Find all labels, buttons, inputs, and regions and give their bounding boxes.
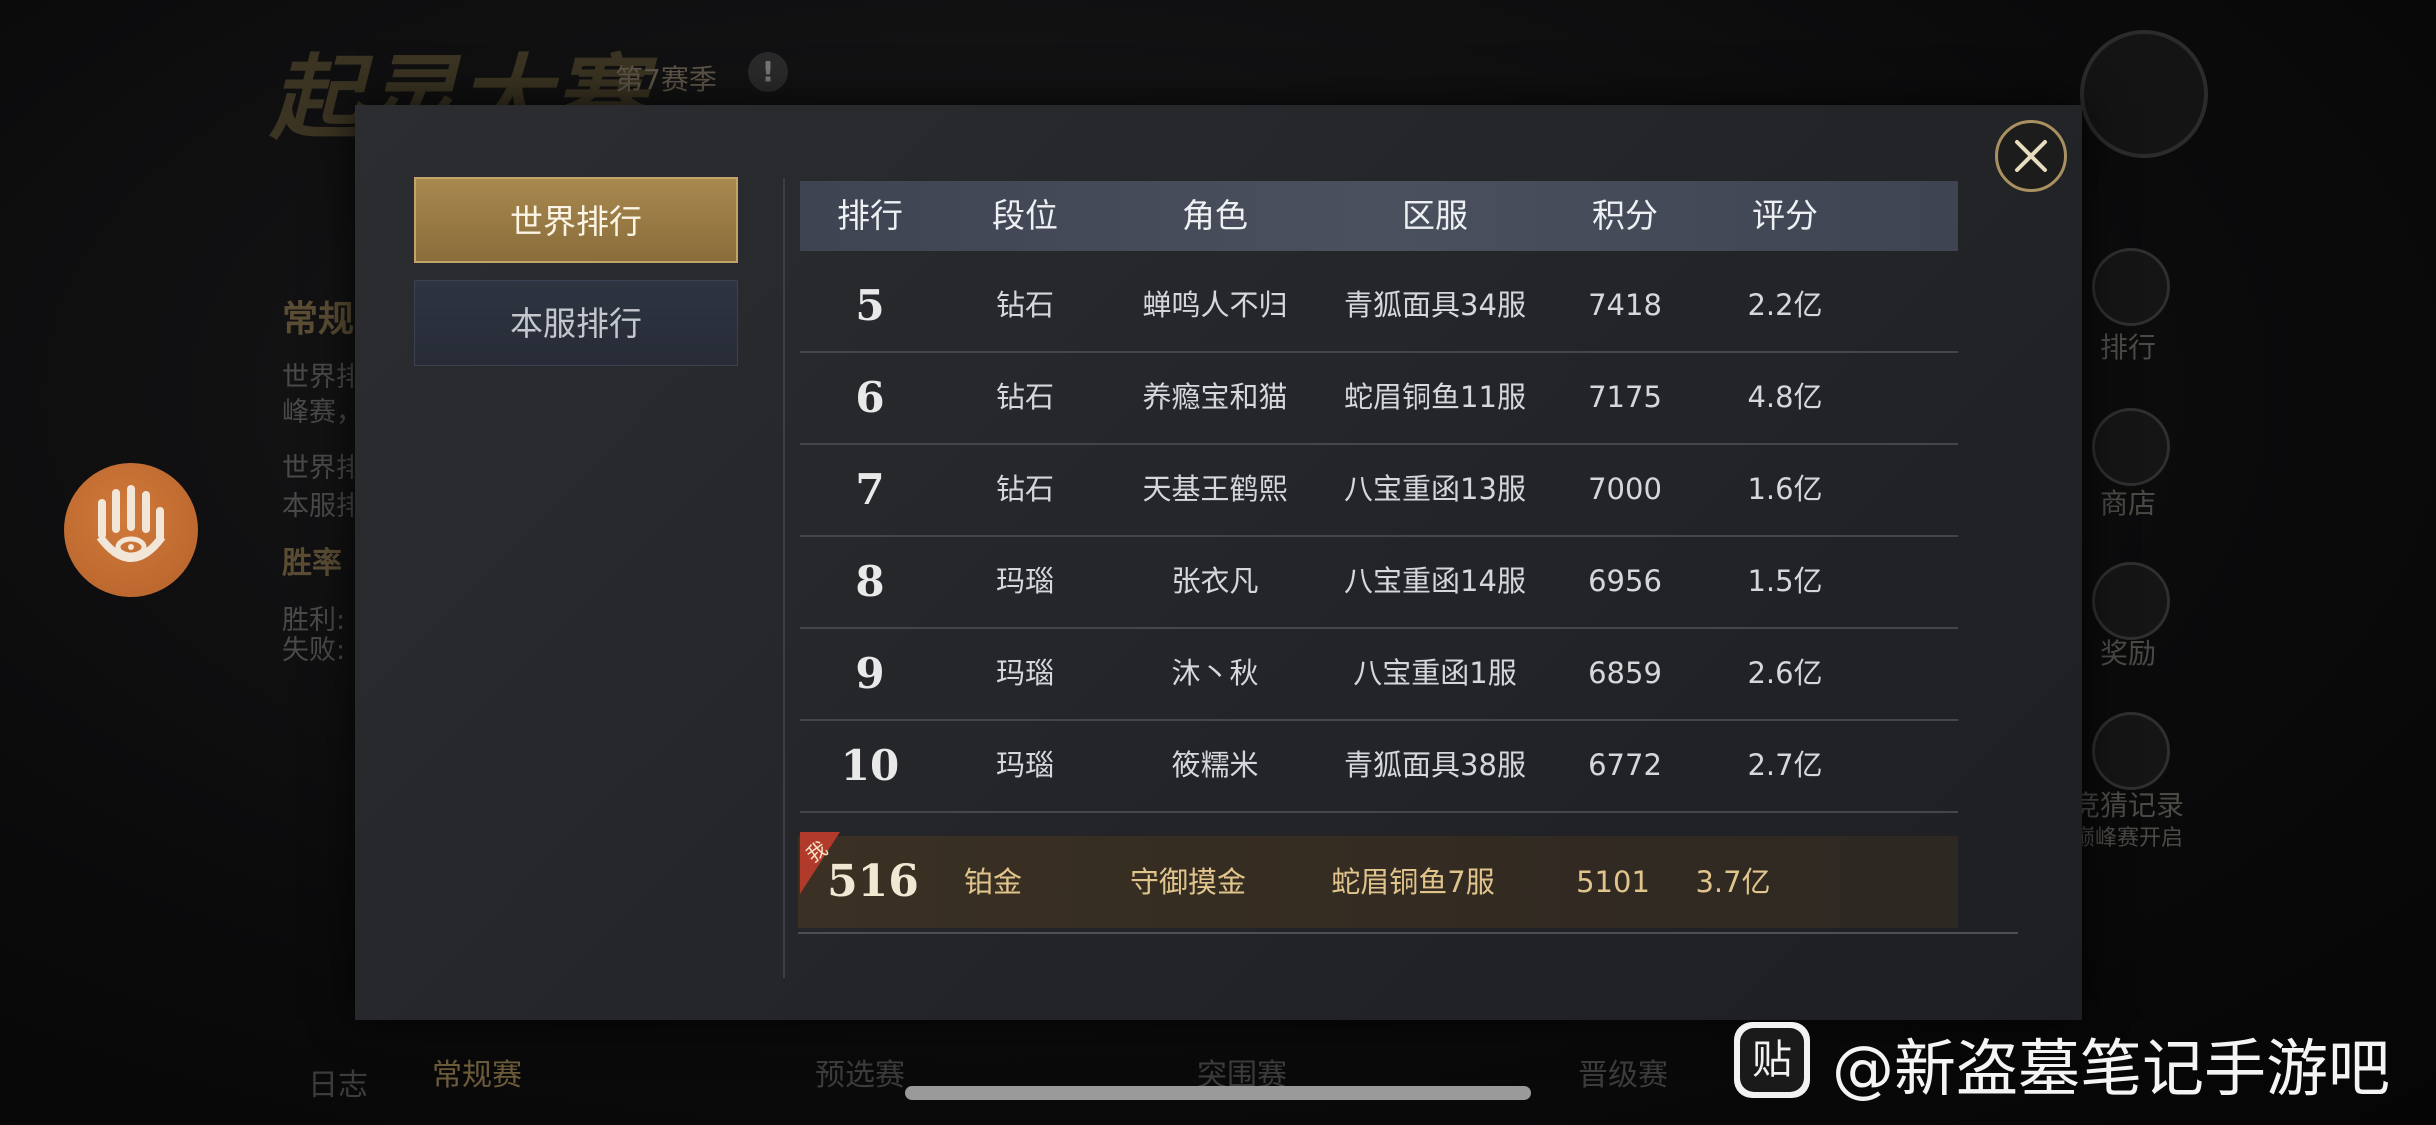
rating-cell: 1.5亿	[1747, 564, 1823, 598]
rating-cell: 2.2亿	[1747, 288, 1823, 322]
tab-log[interactable]: 日志	[308, 1060, 368, 1104]
desc-line: 峰赛，	[282, 397, 363, 428]
character-cell: 养瘾宝和猫	[1142, 380, 1288, 414]
hand-icon	[96, 485, 166, 562]
points-cell: 6772	[1588, 748, 1662, 782]
points-cell: 7418	[1588, 288, 1662, 322]
character-cell: 沐丶秋	[1171, 656, 1259, 690]
my-tier-cell: 铂金	[963, 865, 1022, 899]
character-cell: 蝉鸣人不归	[1142, 288, 1288, 322]
rating-cell: 2.7亿	[1747, 748, 1823, 782]
desc-line: 世界排	[282, 453, 363, 484]
tier-cell: 玛瑙	[995, 564, 1054, 598]
home-indicator[interactable]	[905, 1086, 1531, 1100]
rank-cell: 7	[855, 465, 885, 514]
close-icon	[2015, 140, 2047, 172]
col-rating: 评分	[1752, 196, 1818, 235]
rank-cell: 10	[840, 741, 900, 790]
hand-skill-button[interactable]	[64, 463, 198, 597]
info-icon[interactable]: !	[748, 52, 788, 92]
col-tier: 段位	[992, 196, 1058, 235]
points-cell: 7175	[1588, 380, 1662, 414]
my-ranking-row[interactable]: 516 铂金 守御摸金 蛇眉铜鱼7服 5101 3.7亿	[798, 836, 1958, 928]
points-cell: 7000	[1588, 472, 1662, 506]
points-cell: 6956	[1588, 564, 1662, 598]
rank-cell: 9	[855, 649, 885, 698]
my-server-cell: 蛇眉铜鱼7服	[1331, 865, 1495, 899]
emblem-icon[interactable]	[2080, 30, 2208, 158]
watermark-text: @新盗墓笔记手游吧	[1832, 1032, 2391, 1105]
tier-cell: 钻石	[995, 472, 1054, 506]
modal-divider	[783, 178, 785, 978]
points-cell: 6859	[1588, 656, 1662, 690]
my-character-cell: 守御摸金	[1129, 865, 1246, 899]
rating-cell: 2.6亿	[1747, 656, 1823, 690]
table-row[interactable]: 8 玛瑙 张衣凡 八宝重函14服 6956 1.5亿	[800, 536, 1958, 629]
server-cell: 蛇眉铜鱼11服	[1344, 380, 1526, 414]
server-cell: 青狐面具38服	[1344, 748, 1526, 782]
loss-label: 失败:	[282, 635, 346, 666]
tieba-icon: 贴	[1734, 1022, 1810, 1098]
col-rank: 排行	[837, 196, 903, 235]
character-cell: 张衣凡	[1171, 564, 1259, 598]
server-cell: 八宝重函1服	[1353, 656, 1517, 690]
table-row[interactable]: 10 玛瑙 筱糯米 青狐面具38服 6772 2.7亿	[800, 720, 1958, 813]
my-row-underline	[798, 932, 2018, 934]
server-cell: 八宝重函14服	[1344, 564, 1526, 598]
tier-cell: 钻石	[995, 380, 1054, 414]
table-row[interactable]: 5 钻石 蝉鸣人不归 青狐面具34服 7418 2.2亿	[800, 260, 1958, 353]
tieba-icon-glyph: 贴	[1740, 1028, 1804, 1092]
table-header: 排行 段位 角色 区服 积分 评分	[800, 181, 1958, 251]
rank-cell: 8	[855, 557, 885, 606]
my-rating-cell: 3.7亿	[1695, 865, 1771, 899]
desc-line: 世界排	[282, 362, 363, 393]
tier-cell: 钻石	[995, 288, 1054, 322]
winrate-heading: 胜率	[282, 546, 342, 581]
rank-cell: 6	[855, 373, 885, 422]
col-character: 角色	[1182, 196, 1248, 235]
tier-cell: 玛瑙	[995, 656, 1054, 690]
tab-regular[interactable]: 常规赛	[432, 1050, 522, 1094]
col-points: 积分	[1592, 196, 1658, 235]
character-cell: 筱糯米	[1171, 748, 1259, 782]
season-label: 第7赛季	[615, 63, 717, 96]
rating-cell: 4.8亿	[1747, 380, 1823, 414]
server-cell: 青狐面具34服	[1344, 288, 1526, 322]
quill-icon[interactable]	[2092, 712, 2170, 790]
tab-server-ranking[interactable]: 本服排行	[414, 280, 738, 366]
desc-line: 本服排	[282, 491, 363, 522]
rating-cell: 1.6亿	[1747, 472, 1823, 506]
rank-cell: 5	[855, 281, 885, 330]
tier-cell: 玛瑙	[995, 748, 1054, 782]
col-server: 区服	[1402, 196, 1468, 235]
server-cell: 八宝重函13服	[1344, 472, 1526, 506]
character-cell: 天基王鹤熙	[1142, 472, 1288, 506]
table-row[interactable]: 9 玛瑙 沐丶秋 八宝重函1服 6859 2.6亿	[800, 628, 1958, 721]
shop-icon[interactable]	[2092, 408, 2170, 486]
section-heading: 常规	[282, 298, 355, 340]
close-button[interactable]	[1995, 120, 2067, 192]
table-row[interactable]: 7 钻石 天基王鹤熙 八宝重函13服 7000 1.6亿	[800, 444, 1958, 537]
tab-preliminary[interactable]: 预选赛	[815, 1050, 905, 1094]
trophy-icon[interactable]	[2092, 248, 2170, 326]
tab-world-ranking[interactable]: 世界排行	[414, 177, 738, 263]
table-row[interactable]: 6 钻石 养瘾宝和猫 蛇眉铜鱼11服 7175 4.8亿	[800, 352, 1958, 445]
tab-promotion[interactable]: 晋级赛	[1578, 1050, 1668, 1094]
chest-icon[interactable]	[2092, 562, 2170, 640]
